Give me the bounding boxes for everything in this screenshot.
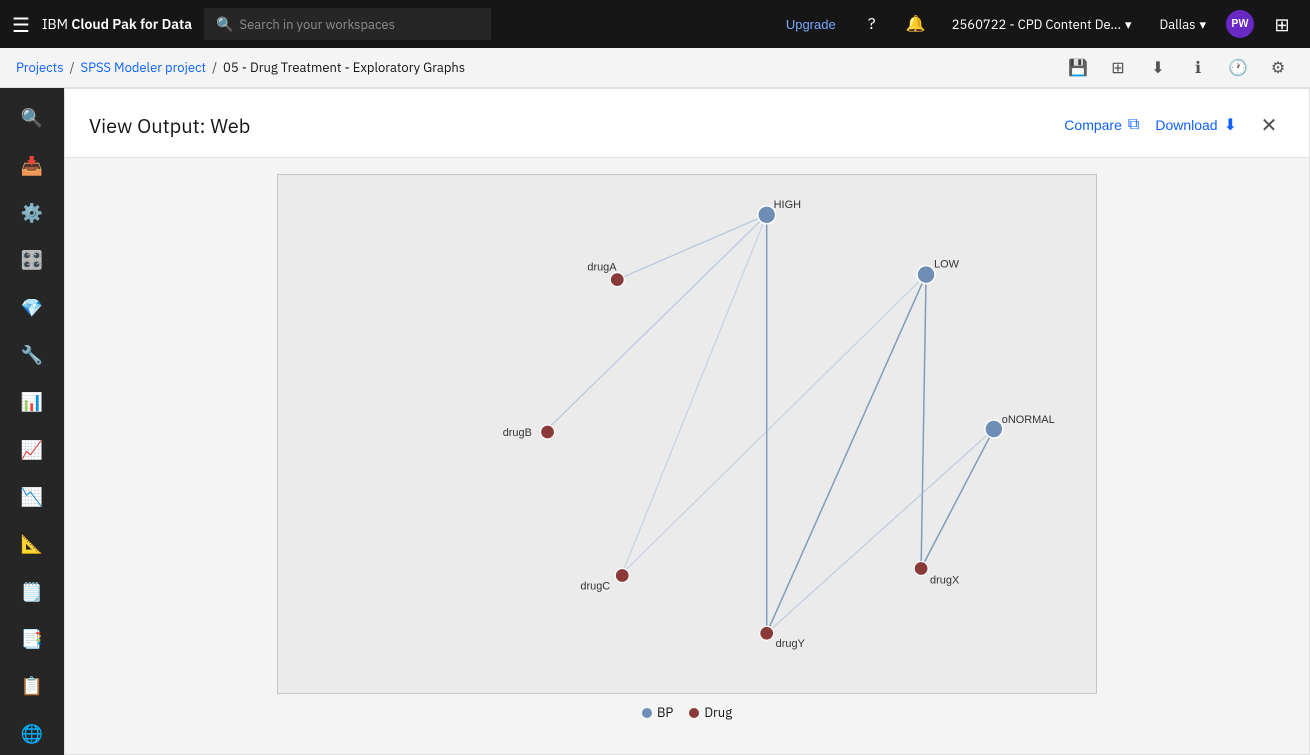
legend-drug-label: Drug [704,704,732,721]
download-label: Download [1155,117,1217,133]
sidebar-item-tools[interactable]: 🔧 [8,333,56,376]
notifications-icon[interactable]: 🔔 [900,8,932,40]
info-icon[interactable]: ℹ [1182,52,1214,84]
breadcrumb: Projects / SPSS Modeler project / 05 - D… [0,48,1310,88]
account-selector[interactable]: 2560722 - CPD Content De... ▾ [944,16,1140,33]
svg-text:drugX: drugX [930,574,960,586]
sidebar-item-chart2[interactable]: 📉 [8,475,56,518]
menu-icon[interactable]: ☰ [12,11,30,38]
node-drugB [541,425,555,439]
sidebar-item-table[interactable]: 📋 [8,664,56,707]
modal-header: View Output: Web Compare ⧉ Download ⬇ ✕ [65,89,1309,158]
modal-title: View Output: Web [89,112,250,139]
account-chevron-icon: ▾ [1125,16,1132,33]
compare-button[interactable]: Compare ⧉ [1064,116,1139,134]
sidebar: 🔍 📥 ⚙️ 🎛️ 💎 🔧 📊 📈 📉 📐 🗒️ 📑 📋 🌐 [0,88,64,755]
sidebar-item-inputs[interactable]: 📥 [8,143,56,186]
node-drugA [610,273,624,287]
app-brand: IBM Cloud Pak for Data [42,15,192,33]
breadcrumb-project[interactable]: SPSS Modeler project [81,59,207,76]
expand-icon[interactable]: ⊞ [1102,52,1134,84]
sidebar-item-network[interactable]: 🌐 [8,712,56,755]
compare-label: Compare [1064,117,1122,133]
sidebar-item-filter[interactable]: 🎛️ [8,238,56,281]
legend-drug-dot [689,708,699,718]
modal-body: HIGH LOW oNORMAL drugA drugB drugC drugX… [65,158,1309,754]
graph-container: HIGH LOW oNORMAL drugA drugB drugC drugX… [277,174,1097,694]
node-drugC [615,568,629,582]
sidebar-item-metrics[interactable]: 📐 [8,522,56,565]
download-icon: ⬇ [1224,115,1237,135]
breadcrumb-sep-1: / [70,59,75,76]
sidebar-item-search[interactable]: 🔍 [8,96,56,139]
sidebar-item-reports[interactable]: 🗒️ [8,570,56,613]
sidebar-item-graphs[interactable]: 📊 [8,380,56,423]
download-button[interactable]: Download ⬇ [1155,115,1237,135]
search-bar[interactable]: 🔍 Search in your workspaces [204,8,491,40]
node-drugY [760,626,774,640]
breadcrumb-sep-2: / [212,59,217,76]
graph-svg: HIGH LOW oNORMAL drugA drugB drugC drugX… [278,175,1096,693]
upgrade-button[interactable]: Upgrade [778,13,844,36]
svg-text:LOW: LOW [934,259,960,271]
graph-legend: BP Drug [642,704,732,721]
grid-icon[interactable]: ⊞ [1266,8,1298,40]
save-icon[interactable]: 💾 [1062,52,1094,84]
legend-bp-dot [642,708,652,718]
sidebar-item-data[interactable]: 📑 [8,617,56,660]
download-icon[interactable]: ⬇ [1142,52,1174,84]
node-drugX [914,562,928,576]
legend-drug: Drug [689,704,732,721]
history-icon[interactable]: 🕐 [1222,52,1254,84]
modal-header-actions: Compare ⧉ Download ⬇ ✕ [1064,109,1285,141]
node-NORMAL [985,420,1003,438]
legend-bp: BP [642,704,673,721]
breadcrumb-actions: 💾 ⊞ ⬇ ℹ 🕐 ⚙ [1062,52,1294,84]
region-chevron-icon: ▾ [1199,16,1206,33]
top-navigation: ☰ IBM Cloud Pak for Data 🔍 Search in you… [0,0,1310,48]
legend-bp-label: BP [657,704,673,721]
node-LOW [917,266,935,284]
sidebar-item-models[interactable]: 💎 [8,285,56,328]
compare-icon: ⧉ [1128,116,1139,134]
svg-text:drugC: drugC [580,580,610,592]
svg-text:drugA: drugA [587,262,617,274]
sidebar-item-chart1[interactable]: 📈 [8,428,56,471]
svg-text:HIGH: HIGH [774,199,801,211]
region-selector[interactable]: Dallas ▾ [1152,16,1214,33]
breadcrumb-projects[interactable]: Projects [16,59,64,76]
search-icon: 🔍 [216,15,233,33]
svg-text:drugB: drugB [503,427,532,439]
region-name: Dallas [1160,16,1196,33]
svg-text:oNORMAL: oNORMAL [1002,414,1055,426]
search-placeholder: Search in your workspaces [240,16,395,33]
breadcrumb-current: 05 - Drug Treatment - Exploratory Graphs [223,59,465,76]
avatar[interactable]: PW [1226,10,1254,38]
account-name: 2560722 - CPD Content De... [952,16,1121,33]
view-output-modal: View Output: Web Compare ⧉ Download ⬇ ✕ [64,88,1310,755]
settings-icon[interactable]: ⚙ [1262,52,1294,84]
close-button[interactable]: ✕ [1253,109,1285,141]
help-icon[interactable]: ? [856,8,888,40]
svg-text:drugY: drugY [776,638,806,650]
sidebar-item-refine[interactable]: ⚙️ [8,191,56,234]
